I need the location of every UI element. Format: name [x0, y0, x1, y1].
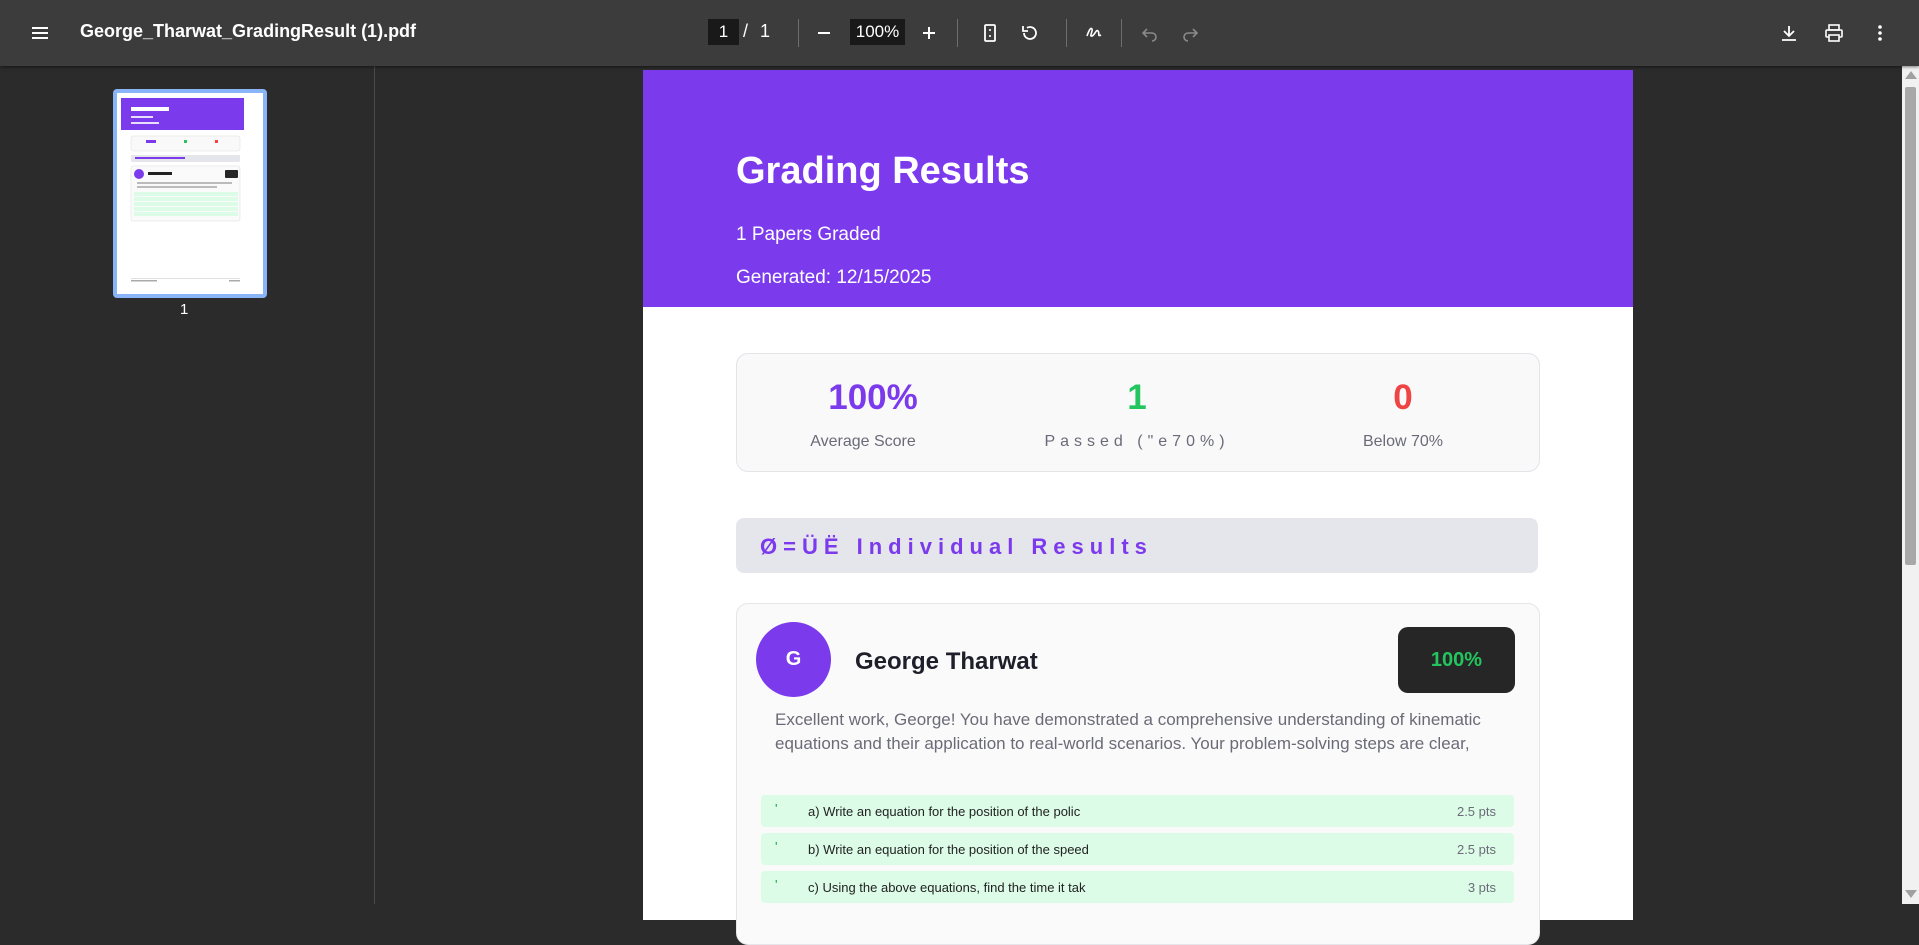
question-points: 2.5 pts: [1456, 804, 1496, 819]
zoom-level-input[interactable]: 100%: [850, 19, 905, 45]
scroll-up-icon[interactable]: [1905, 71, 1917, 79]
avatar: G: [756, 622, 831, 697]
below-count-label: Below 70%: [1362, 433, 1444, 450]
student-result-card: G George Tharwat 100% Excellent work, Ge…: [736, 603, 1540, 945]
individual-results-section-header: Ø=ÜË Individual Results: [736, 518, 1538, 573]
summary-stats: 100% Average Score 1 Passed ("e70%) 0 Be…: [736, 353, 1540, 472]
download-icon[interactable]: [1771, 15, 1807, 51]
annotate-icon[interactable]: [1076, 15, 1112, 51]
document-title: George_Tharwat_GradingResult (1).pdf: [80, 21, 417, 41]
passed-count-label: Passed ("e70%): [1044, 433, 1230, 450]
passed-count-value: 1: [1127, 378, 1147, 417]
section-title: Ø=ÜË Individual Results: [760, 534, 1153, 559]
report-title: Grading Results: [736, 150, 1030, 192]
check-icon: ': [775, 877, 778, 892]
toolbar-divider: [798, 19, 799, 47]
vertical-scrollbar[interactable]: [1902, 66, 1919, 904]
question-text: b) Write an equation for the position of…: [808, 842, 1089, 857]
generated-date: Generated: 12/15/2025: [736, 267, 932, 288]
menu-icon[interactable]: [22, 15, 58, 51]
scroll-down-icon[interactable]: [1905, 890, 1917, 898]
thumbnail-page-number: 1: [180, 301, 189, 318]
fit-page-icon[interactable]: [972, 15, 1008, 51]
redo-icon[interactable]: [1172, 15, 1208, 51]
toolbar-divider: [1121, 19, 1122, 47]
check-icon: ': [775, 839, 778, 854]
page-separator: /: [743, 21, 749, 41]
thumbnail-preview: [121, 98, 244, 282]
average-score-label: Average Score: [810, 433, 916, 450]
pdf-toolbar: George_Tharwat_GradingResult (1).pdf 1 /…: [0, 0, 1919, 66]
rotate-icon[interactable]: [1012, 15, 1048, 51]
print-icon[interactable]: [1816, 15, 1852, 51]
question-points: 2.5 pts: [1456, 842, 1496, 857]
question-row: ' c) Using the above equations, find the…: [761, 871, 1514, 903]
toolbar-divider: [957, 19, 958, 47]
report-header: Grading Results 1 Papers Graded Generate…: [643, 70, 1633, 307]
page-thumbnail[interactable]: [113, 89, 267, 298]
toolbar-divider: [1066, 19, 1067, 47]
average-score-value: 100%: [828, 378, 918, 417]
question-row: ' a) Write an equation for the position …: [761, 795, 1514, 827]
question-text: a) Write an equation for the position of…: [808, 804, 1081, 819]
pdf-page: Grading Results 1 Papers Graded Generate…: [643, 70, 1633, 945]
question-row: ' b) Write an equation for the position …: [761, 833, 1514, 865]
student-name: George Tharwat: [855, 648, 1038, 675]
below-count-value: 0: [1393, 378, 1413, 417]
page-total: 1: [760, 21, 771, 41]
page-number-input[interactable]: 1: [708, 19, 739, 45]
feedback-text: Excellent work, George! You have demonst…: [775, 710, 1481, 753]
zoom-in-icon[interactable]: [911, 15, 947, 51]
more-icon[interactable]: [1862, 15, 1898, 51]
scrollbar-thumb[interactable]: [1905, 87, 1916, 565]
check-icon: ': [775, 801, 778, 816]
score-badge: 100%: [1398, 627, 1515, 693]
zoom-out-icon[interactable]: [806, 15, 842, 51]
undo-icon[interactable]: [1132, 15, 1168, 51]
question-text: c) Using the above equations, find the t…: [808, 880, 1086, 895]
papers-graded-count: 1 Papers Graded: [736, 224, 881, 245]
question-points: 3 pts: [1467, 880, 1496, 895]
